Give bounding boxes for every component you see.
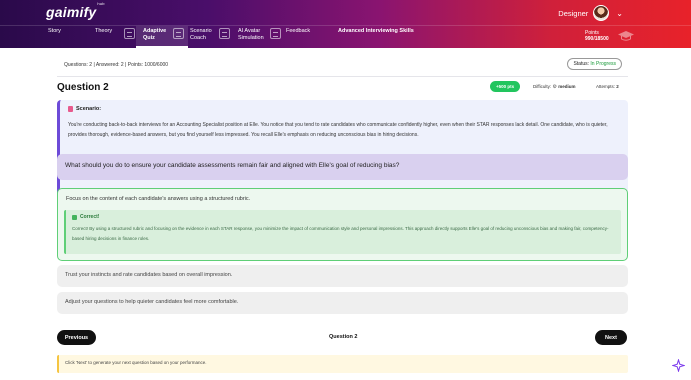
nav-item-adaptive-quiz[interactable]: Adaptive Quiz: [143, 28, 166, 47]
document-icon: [68, 106, 73, 112]
module-title: Advanced Interviewing Skills: [338, 28, 414, 34]
feedback-heading: Correct!: [72, 214, 615, 220]
difficulty-indicator: Difficulty: ⚙ medium: [533, 84, 575, 90]
nav-label: AI Avatar Simulation: [238, 28, 264, 41]
nav-item-module-title: Advanced Interviewing Skills: [338, 28, 414, 47]
current-question-label: Question 2: [329, 334, 358, 340]
chevron-down-icon[interactable]: ⌄: [616, 9, 623, 18]
feedback-box: Correct! Correct! By using a structured …: [64, 210, 621, 254]
app-logo[interactable]: gaimifyhub: [46, 1, 105, 20]
avatar-sim-icon: [270, 28, 281, 39]
user-name: Designer: [558, 8, 589, 18]
difficulty-label: Difficulty:: [533, 84, 552, 89]
gauge-icon: ⚙: [552, 84, 557, 90]
graduation-cap-icon: [618, 31, 634, 41]
scenario-text: You're conducting back-to-back interview…: [68, 122, 608, 138]
scenario-card: Scenario: You're conducting back-to-back…: [57, 100, 628, 196]
nav-bar: Story Theory Adaptive Quiz Scenario Coac…: [0, 25, 691, 48]
nav-label: Theory: [95, 28, 113, 34]
answer-option[interactable]: Trust your instincts and rate candidates…: [57, 265, 628, 287]
status-label: Status:: [573, 61, 590, 67]
logo-text: gaimify: [46, 4, 97, 20]
attempts-label: Attempts:: [596, 84, 616, 89]
feedback-text: Correct! By using a structured rubric an…: [72, 226, 609, 241]
avatar[interactable]: [593, 5, 610, 21]
question-title: Question 2: [57, 82, 109, 93]
nav-item-story[interactable]: Story: [48, 28, 61, 47]
divider: [57, 76, 628, 77]
coach-icon: [219, 28, 230, 39]
answer-option-text: Trust your instincts and rate candidates…: [65, 272, 233, 278]
points-display: Points 990/18500: [585, 30, 609, 42]
points-badge: +500 pts: [490, 81, 521, 92]
nav-label: Feedback: [286, 28, 311, 34]
answer-option-text: Focus on the content of each candidate's…: [66, 196, 251, 202]
top-bar: gaimifyhub Designer ⌄: [0, 0, 691, 25]
user-menu[interactable]: Designer ⌄: [558, 5, 623, 21]
attempts-indicator: Attempts: 2: [596, 84, 619, 89]
answer-option[interactable]: Adjust your questions to help quieter ca…: [57, 292, 628, 314]
attempts-value: 2: [616, 84, 619, 89]
difficulty-value: medium: [558, 84, 576, 89]
scenario-heading: Scenario:: [68, 106, 620, 112]
answer-option-correct[interactable]: Focus on the content of each candidate's…: [57, 188, 628, 261]
nav-label: Scenario Coach: [190, 28, 212, 41]
quiz-icon: [173, 28, 184, 39]
previous-button[interactable]: Previous: [57, 330, 96, 345]
nav-item-ai-avatar-simulation[interactable]: AI Avatar Simulation: [238, 28, 264, 47]
answer-option-text: Adjust your questions to help quieter ca…: [65, 299, 239, 305]
quiz-progress-text: Questions: 2 | Answered: 2 | Points: 100…: [64, 62, 169, 68]
status-value: In Progress: [590, 61, 616, 67]
points-value: 990/18500: [585, 36, 609, 42]
nav-label: Story: [48, 28, 61, 34]
nav-item-theory[interactable]: Theory: [95, 28, 112, 47]
feedback-title: Correct!: [80, 214, 100, 220]
status-badge: Status: In Progress: [567, 58, 622, 70]
book-icon: [124, 28, 135, 39]
question-prompt: What should you do to ensure your candid…: [57, 154, 628, 180]
hint-banner: Click 'Next' to generate your next quest…: [57, 355, 628, 373]
sparkle-icon[interactable]: [672, 359, 685, 372]
nav-label: Adaptive Quiz: [143, 28, 167, 41]
check-icon: [72, 214, 77, 220]
nav-item-feedback[interactable]: Feedback: [286, 28, 310, 47]
scenario-heading-text: Scenario:: [76, 106, 102, 112]
next-button[interactable]: Next: [595, 330, 627, 345]
nav-item-scenario-coach[interactable]: Scenario Coach: [190, 28, 212, 47]
logo-superscript: hub: [97, 1, 105, 7]
quiz-meta-row: Questions: 2 | Answered: 2 | Points: 100…: [57, 58, 628, 72]
